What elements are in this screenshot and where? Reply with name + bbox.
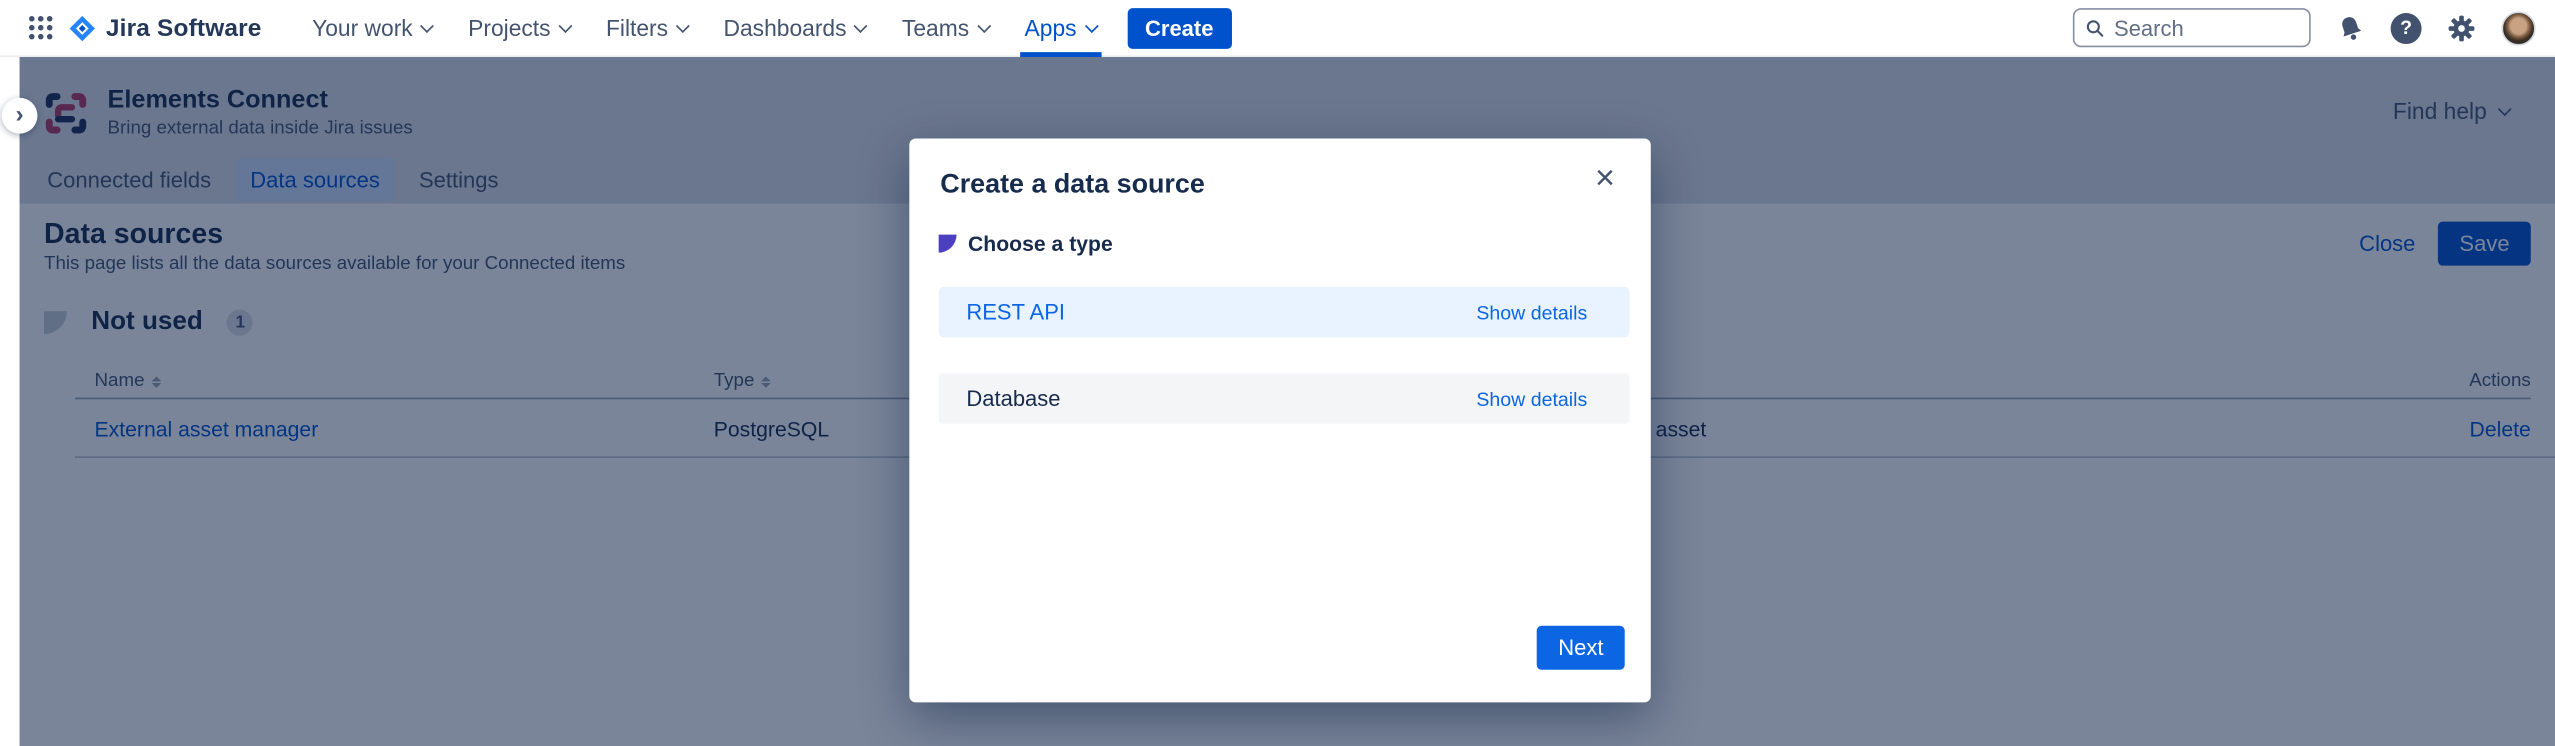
jira-brand[interactable]: Jira Software: [68, 14, 261, 42]
jira-logo-icon: [68, 14, 96, 42]
user-avatar[interactable]: [2501, 11, 2535, 45]
nav-item-projects[interactable]: Projects: [450, 0, 588, 56]
nav-item-apps[interactable]: Apps: [1007, 0, 1114, 56]
nav-right-cluster: ?: [2073, 8, 2536, 47]
nav-item-filters[interactable]: Filters: [588, 0, 706, 56]
help-button[interactable]: ?: [2391, 12, 2422, 43]
close-icon: ×: [1595, 160, 1615, 197]
chevron-down-icon: [1084, 18, 1098, 32]
nav-item-dashboards[interactable]: Dashboards: [706, 0, 884, 56]
option-label: REST API: [966, 300, 1065, 324]
chevron-down-icon: [676, 18, 690, 32]
screen: Jira Software Your work Projects Filters…: [0, 0, 2555, 746]
top-navigation-bar: Jira Software Your work Projects Filters…: [0, 0, 2555, 57]
chevron-down-icon: [977, 18, 991, 32]
settings-button[interactable]: [2446, 12, 2477, 43]
chevron-down-icon: [558, 18, 572, 32]
nav-item-your-work[interactable]: Your work: [294, 0, 450, 56]
gear-icon: [2446, 12, 2477, 43]
chevron-right-icon: ›: [15, 100, 23, 128]
create-data-source-modal: Create a data source × Choose a type RES…: [909, 139, 1650, 703]
modal-step-header: Choose a type: [939, 231, 1113, 255]
grid-icon: [28, 15, 54, 41]
option-database[interactable]: Database Show details: [939, 373, 1630, 424]
step-quarter-icon: [939, 235, 957, 253]
primary-nav: Your work Projects Filters Dashboards Te…: [294, 0, 1114, 56]
search-input[interactable]: [2114, 15, 2298, 39]
notifications-button[interactable]: [2335, 12, 2366, 43]
modal-close-button[interactable]: ×: [1595, 161, 1615, 195]
question-mark-icon: ?: [2391, 12, 2422, 43]
modal-title: Create a data source: [940, 169, 1205, 200]
option-label: Database: [966, 386, 1060, 410]
product-name: Jira Software: [106, 14, 262, 42]
create-button[interactable]: Create: [1127, 7, 1231, 48]
option-rest-api[interactable]: REST API Show details: [939, 287, 1630, 338]
nav-item-teams[interactable]: Teams: [884, 0, 1007, 56]
next-button[interactable]: Next: [1537, 626, 1625, 670]
global-search[interactable]: [2073, 8, 2311, 47]
show-details-link[interactable]: Show details: [1476, 301, 1587, 324]
chevron-down-icon: [420, 18, 434, 32]
app-switcher-icon[interactable]: [20, 0, 62, 56]
expand-sidebar-button[interactable]: ›: [2, 98, 38, 134]
show-details-link[interactable]: Show details: [1476, 387, 1587, 410]
chevron-down-icon: [854, 18, 868, 32]
bell-icon: [2335, 12, 2366, 43]
step-label: Choose a type: [968, 231, 1113, 255]
search-icon: [2086, 17, 2104, 38]
